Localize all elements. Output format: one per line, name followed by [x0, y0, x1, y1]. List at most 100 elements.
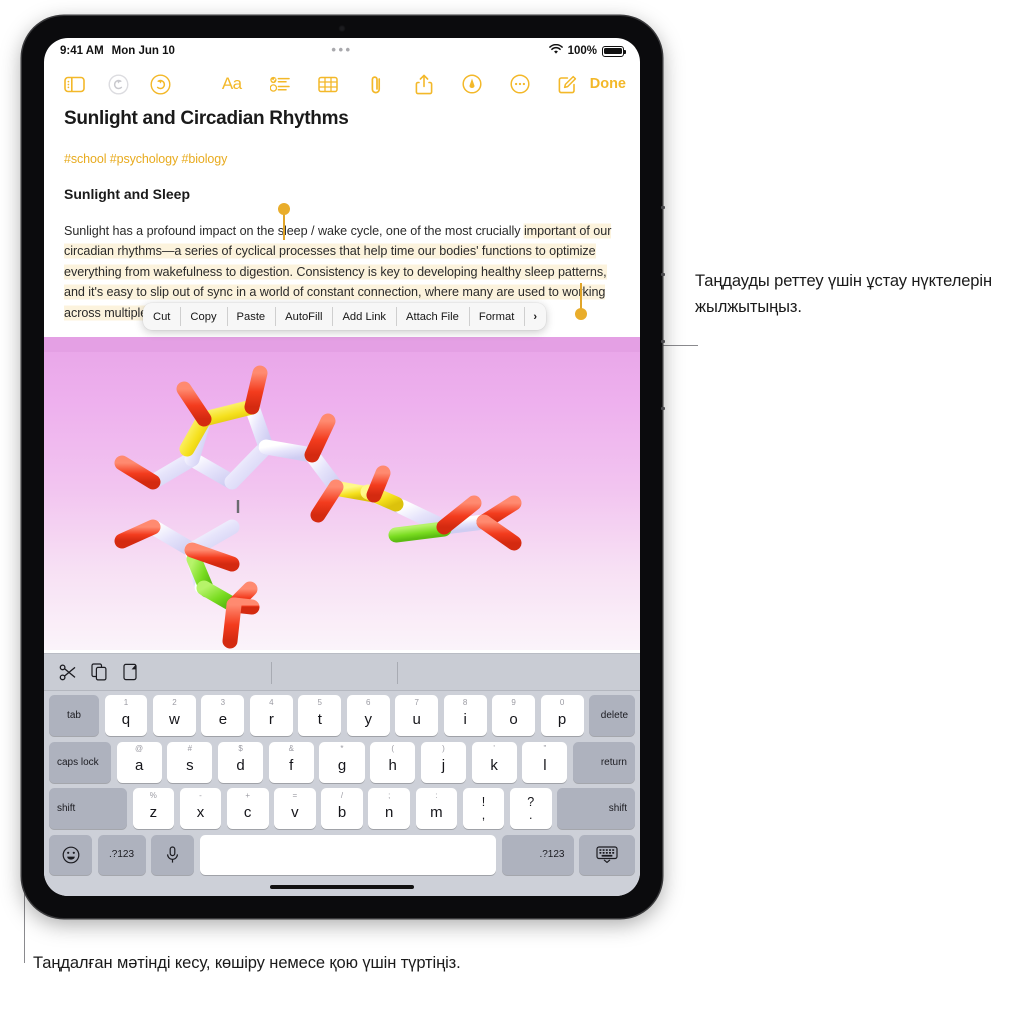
hide-keyboard-icon[interactable]	[579, 834, 635, 875]
keyboard-row-4: .?123 .?123	[49, 834, 635, 875]
key-u[interactable]: 7u	[395, 695, 439, 736]
key-y[interactable]: 6y	[346, 695, 390, 736]
ipad-device-frame: 9:41 AM Mon Jun 10 ••• 100% Aa Done Sunl…	[22, 16, 665, 918]
note-body: Sunlight and Circadian Rhythms #school #…	[44, 108, 640, 330]
status-center-dots: •••	[331, 42, 353, 57]
keyboard-row-3: shift % z -x + c = v / b ; n :m !, ?. shift	[49, 788, 636, 829]
keyboard-row-1: tab 1q 2w 3e 4r 5t 6y 7u 8i 9o 0p delete	[49, 695, 636, 736]
chevron-right-icon[interactable]: ›	[524, 303, 546, 330]
context-menu-item-format[interactable]: Format	[468, 303, 524, 330]
selection-start-handle[interactable]	[278, 203, 290, 240]
note-section-heading: Sunlight and Sleep	[64, 186, 191, 202]
wifi-icon	[548, 43, 563, 58]
status-bar-left: 9:41 AM Mon Jun 10	[60, 45, 175, 57]
volume-buttons[interactable]	[661, 206, 665, 456]
status-bar: 9:41 AM Mon Jun 10 ••• 100%	[44, 38, 640, 64]
note-title: Sunlight and Circadian Rhythms	[64, 108, 349, 129]
key-shift-right[interactable]: shift	[557, 788, 636, 829]
context-menu-item-add-link[interactable]: Add Link	[332, 303, 396, 330]
key-z[interactable]: % z	[132, 788, 175, 829]
keyboard-row-2: caps lock @ a # s $ d & f * g (h ) j ' k " l ret…	[49, 741, 635, 783]
key-j[interactable]: ) j	[420, 741, 467, 783]
compose-icon[interactable]	[552, 68, 584, 100]
key-v[interactable]: = v	[274, 788, 316, 829]
key-o[interactable]: 9o	[492, 695, 536, 736]
markup-pen-icon[interactable]	[456, 68, 488, 100]
battery-full-icon	[602, 45, 627, 57]
key-h[interactable]: (h	[370, 741, 416, 783]
home-indicator[interactable]	[270, 884, 414, 889]
onscreen-keyboard: tab 1q 2w 3e 4r 5t 6y 7u 8i 9o 0p delete…	[44, 653, 640, 896]
key-p[interactable]: 0p	[540, 695, 584, 736]
status-time: 9:41 AM	[60, 45, 104, 57]
text-format-button[interactable]: Aa	[216, 68, 248, 100]
paperclip-icon[interactable]	[360, 68, 392, 100]
shortcut-divider-2	[397, 662, 398, 684]
key-s[interactable]: # s	[167, 741, 213, 783]
scissors-icon[interactable]	[58, 662, 76, 682]
key-numbers-left[interactable]: .?123	[97, 834, 146, 875]
ipad-screen: 9:41 AM Mon Jun 10 ••• 100% Aa Done Sunl…	[44, 38, 640, 896]
key-delete[interactable]: delete	[589, 695, 636, 736]
key-tab[interactable]: tab	[49, 695, 99, 736]
callout-right-text: Таңдауды реттеу үшін ұстау нүктелерін жы…	[695, 272, 992, 316]
table-icon[interactable]	[312, 68, 344, 100]
key-d[interactable]: $ d	[217, 741, 264, 783]
key-c[interactable]: + c	[226, 788, 269, 829]
molecule-3d-image[interactable]	[44, 337, 640, 651]
redo-icon[interactable]	[144, 68, 176, 100]
note-toolbar: Aa Done	[44, 64, 640, 104]
selection-end-handle[interactable]	[575, 283, 587, 320]
key-t[interactable]: 5t	[298, 695, 342, 736]
key-i[interactable]: 8i	[443, 695, 487, 736]
key-space[interactable]	[199, 834, 496, 875]
status-bar-right: 100%	[548, 43, 627, 58]
key-l[interactable]: " l	[522, 741, 568, 783]
key-return[interactable]: return	[572, 741, 635, 783]
text-selection-context-menu: Cut Copy Paste AutoFill Add Link Attach …	[143, 303, 546, 330]
callout-bottom-leader-tick	[24, 949, 26, 963]
note-tags: #school #psychology #biology	[64, 152, 228, 166]
share-icon[interactable]	[408, 68, 440, 100]
context-menu-item-cut[interactable]: Cut	[143, 303, 180, 330]
key-n[interactable]: ; n	[368, 788, 411, 829]
key-r[interactable]: 4r	[249, 695, 293, 736]
key-w[interactable]: 2w	[152, 695, 196, 736]
keyboard-keys: tab 1q 2w 3e 4r 5t 6y 7u 8i 9o 0p delete…	[44, 691, 640, 878]
copy-pages-icon[interactable]	[90, 662, 108, 682]
key-g[interactable]: * g	[319, 741, 365, 783]
callout-bottom-text: Таңдалған мәтінді кесу, көшіру немесе қо…	[33, 954, 461, 972]
more-ellipsis-icon[interactable]	[504, 68, 536, 100]
context-menu-item-autofill[interactable]: AutoFill	[275, 303, 332, 330]
key-caps-lock[interactable]: caps lock	[49, 741, 111, 783]
key-b[interactable]: / b	[321, 788, 363, 829]
key-f[interactable]: & f	[268, 741, 314, 783]
key-m[interactable]: :m	[415, 788, 458, 829]
shortcut-divider-1	[271, 662, 272, 684]
front-camera	[338, 25, 346, 32]
context-menu-item-copy[interactable]: Copy	[180, 303, 226, 330]
key-numbers-right[interactable]: .?123	[501, 834, 574, 875]
key-k[interactable]: ' k	[471, 741, 517, 783]
key-a[interactable]: @ a	[116, 741, 162, 783]
key-period[interactable]: ?.	[509, 788, 552, 829]
paste-clipboard-icon[interactable]	[122, 662, 140, 682]
checklist-icon[interactable]	[264, 68, 296, 100]
key-q[interactable]: 1q	[104, 695, 148, 736]
key-x[interactable]: -x	[179, 788, 222, 829]
key-shift-left[interactable]: shift	[49, 788, 127, 829]
key-e[interactable]: 3e	[201, 695, 245, 736]
emoji-smiley-icon[interactable]	[49, 834, 92, 875]
sidebar-toggle-icon[interactable]	[58, 68, 90, 100]
status-date: Mon Jun 10	[111, 45, 175, 57]
molecule-structure	[114, 365, 522, 649]
key-comma[interactable]: !,	[462, 788, 505, 829]
paragraph-unselected-text: Sunlight has a profound impact on the sl…	[64, 224, 524, 238]
context-menu-item-paste[interactable]: Paste	[226, 303, 276, 330]
battery-percent: 100%	[567, 45, 597, 57]
context-menu-item-attach-file[interactable]: Attach File	[396, 303, 469, 330]
microphone-icon[interactable]	[151, 834, 194, 875]
callout-right-leader-tick	[686, 345, 698, 347]
undo-icon[interactable]	[102, 68, 134, 100]
done-button[interactable]: Done	[584, 76, 626, 92]
